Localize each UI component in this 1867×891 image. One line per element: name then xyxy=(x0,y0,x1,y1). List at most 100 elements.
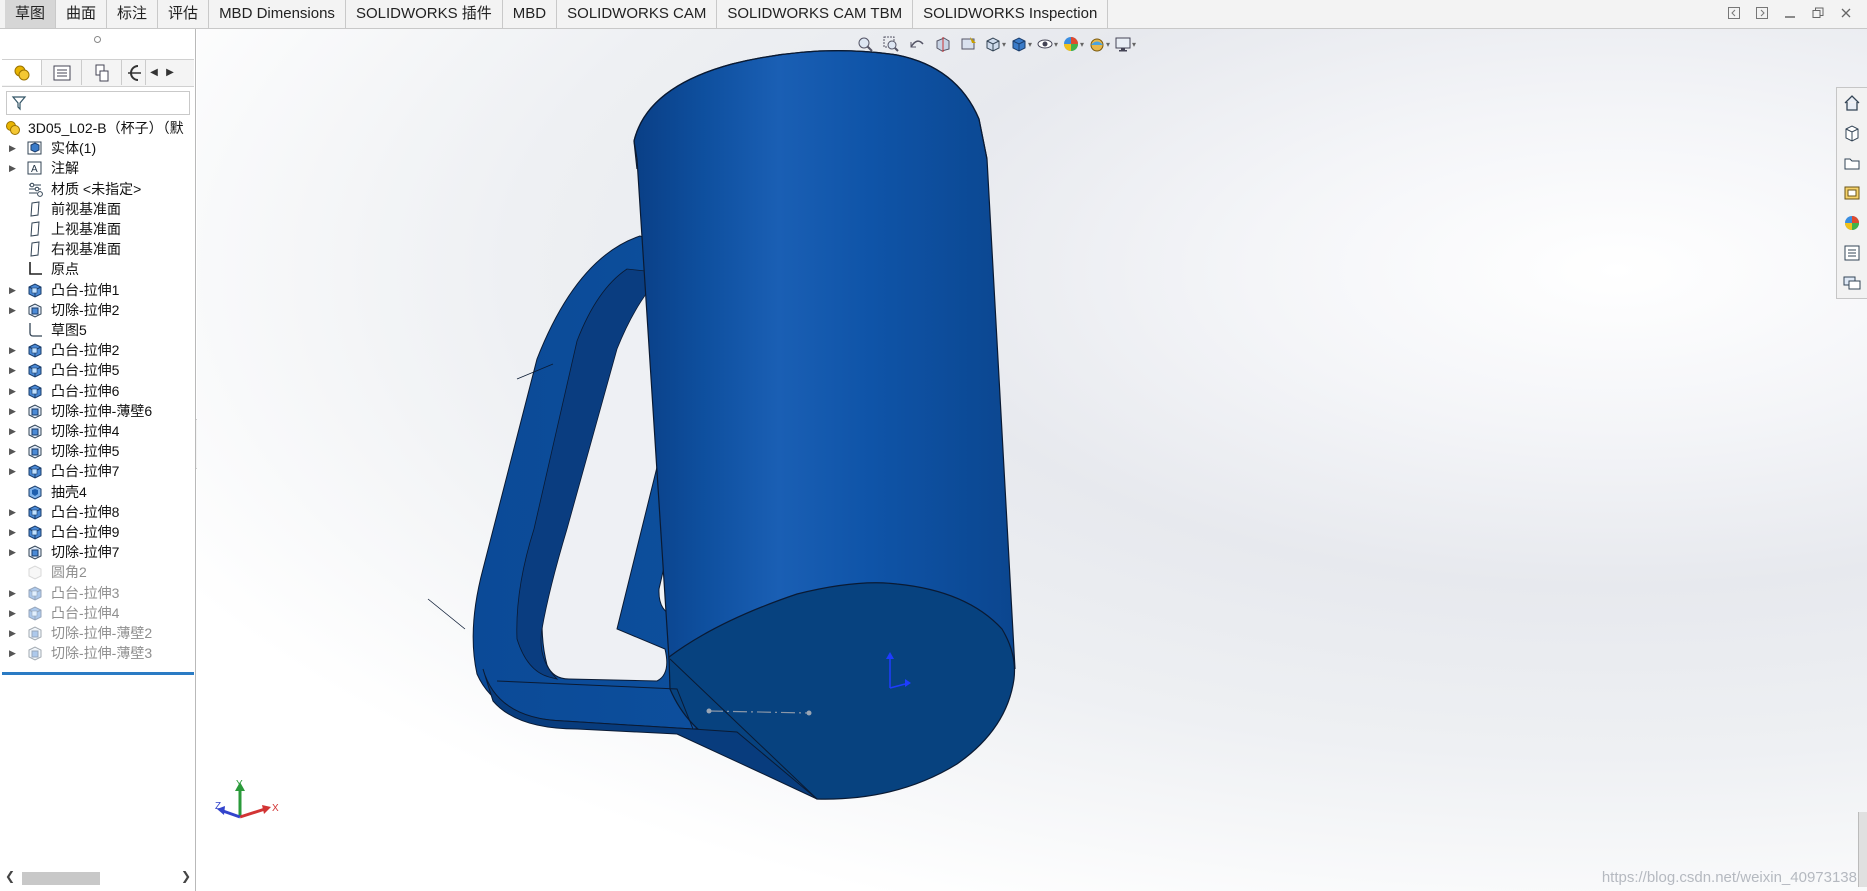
tab-4[interactable]: MBD Dimensions xyxy=(209,0,346,28)
tree-item[interactable]: ▶ 凸台-拉伸9 xyxy=(0,521,196,543)
tile-left-icon[interactable] xyxy=(1725,4,1743,22)
expand-arrow-icon[interactable]: ▶ xyxy=(9,440,19,462)
tab-5[interactable]: SOLIDWORKS 插件 xyxy=(346,0,503,28)
filter-input[interactable] xyxy=(29,94,187,114)
expand-arrow-icon[interactable]: ▶ xyxy=(9,359,19,381)
expand-arrow-icon[interactable]: ▶ xyxy=(9,157,19,179)
expand-arrow-icon[interactable]: ▶ xyxy=(9,339,19,361)
expand-arrow-icon[interactable]: ▶ xyxy=(9,602,19,624)
forum-icon[interactable] xyxy=(1837,268,1866,298)
dimxpert-manager-tab[interactable] xyxy=(122,60,146,85)
tab-scroll-left-icon[interactable]: ◀ xyxy=(146,60,162,85)
custom-properties-icon[interactable] xyxy=(1837,238,1866,268)
expand-arrow-icon[interactable]: ▶ xyxy=(9,299,19,321)
mug-body[interactable] xyxy=(633,50,1016,670)
horizontal-scrollbar[interactable]: ❮ ❯ xyxy=(2,869,194,887)
tree-item[interactable]: 前视基准面 xyxy=(0,198,196,220)
file-explorer-icon[interactable] xyxy=(1837,148,1866,178)
tree-item[interactable]: ▶ 切除-拉伸-薄壁3 xyxy=(0,642,196,664)
appearances-scenes-icon[interactable] xyxy=(1837,208,1866,238)
command-manager-tabbar: 草图 曲面 标注 评估 MBD Dimensions SOLIDWORKS 插件 MBD SO… xyxy=(0,0,1867,29)
tree-item[interactable]: ▶ 切除-拉伸5 xyxy=(0,440,196,462)
expand-arrow-icon[interactable]: ▶ xyxy=(9,279,19,301)
cut-extrude-icon xyxy=(27,302,43,318)
shell-icon xyxy=(27,484,43,500)
expand-arrow-icon[interactable]: ▶ xyxy=(9,521,19,543)
boss-extrude-icon xyxy=(27,383,43,399)
rollback-bar[interactable] xyxy=(2,672,194,675)
cut-extrude-icon xyxy=(27,645,43,661)
cut-extrude-icon xyxy=(27,423,43,439)
window-controls xyxy=(1725,4,1855,22)
watermark: https://blog.csdn.net/weixin_40973138 xyxy=(1601,869,1857,886)
tree-item[interactable]: ▶ 凸台-拉伸5 xyxy=(0,359,196,381)
tree-item-label: 草图5 xyxy=(51,322,87,338)
tree-item[interactable]: ▶ 切除-拉伸7 xyxy=(0,541,196,563)
tree-item[interactable]: ▶ 凸台-拉伸1 xyxy=(0,279,196,301)
tree-item[interactable]: 原点 xyxy=(0,258,196,280)
origin-icon xyxy=(27,261,43,277)
feature-manager-panel: ◀ ▶ 3D05_L02-B（杯子）（默 ▶ 实体(1) ▶ A 注解 材质 <未指定> 前视… xyxy=(0,29,196,891)
expand-arrow-icon[interactable]: ▶ xyxy=(9,501,19,523)
feature-filter[interactable] xyxy=(6,91,190,115)
cup-model[interactable] xyxy=(197,29,1867,891)
tab-9[interactable]: SOLIDWORKS Inspection xyxy=(913,0,1109,28)
solidworks-resources-home-icon[interactable] xyxy=(1837,88,1866,118)
panel-grip-icon[interactable] xyxy=(94,36,101,43)
tab-1[interactable]: 曲面 xyxy=(56,0,108,28)
tab-8[interactable]: SOLIDWORKS CAM TBM xyxy=(717,0,914,28)
tab-3[interactable]: 评估 xyxy=(158,0,210,28)
tree-root-part[interactable]: 3D05_L02-B（杯子）（默 xyxy=(0,117,196,139)
graphics-area[interactable]: Y X Z https://blog.csdn.net/weixin_40973… xyxy=(197,29,1867,891)
property-manager-tab[interactable] xyxy=(42,60,82,85)
tree-item[interactable]: ▶ 切除-拉伸2 xyxy=(0,299,196,321)
right-edge-handle[interactable] xyxy=(1858,812,1867,887)
reference-triad[interactable]: Y X Z xyxy=(215,779,285,834)
view-palette-icon[interactable] xyxy=(1837,178,1866,208)
expand-arrow-icon[interactable]: ▶ xyxy=(9,582,19,604)
tile-right-icon[interactable] xyxy=(1753,4,1771,22)
tree-item[interactable]: ▶ 凸台-拉伸8 xyxy=(0,501,196,523)
tree-item[interactable]: ▶ 切除-拉伸4 xyxy=(0,420,196,442)
design-library-icon[interactable] xyxy=(1837,118,1866,148)
expand-arrow-icon[interactable]: ▶ xyxy=(9,380,19,402)
tree-item[interactable]: ▶ 凸台-拉伸6 xyxy=(0,380,196,402)
tree-item[interactable]: 材质 <未指定> xyxy=(0,178,196,200)
expand-arrow-icon[interactable]: ▶ xyxy=(9,541,19,563)
tree-item[interactable]: 草图5 xyxy=(0,319,196,341)
tree-item[interactable]: ▶ 凸台-拉伸4 xyxy=(0,602,196,624)
expand-arrow-icon[interactable]: ▶ xyxy=(9,642,19,664)
minimize-icon[interactable] xyxy=(1781,4,1799,22)
expand-arrow-icon[interactable]: ▶ xyxy=(9,400,19,422)
expand-arrow-icon[interactable]: ▶ xyxy=(9,420,19,442)
tab-0[interactable]: 草图 xyxy=(5,0,57,28)
tab-6[interactable]: MBD xyxy=(503,0,558,28)
feature-manager-tab[interactable] xyxy=(2,60,42,85)
tab-7[interactable]: SOLIDWORKS CAM xyxy=(557,0,718,28)
scroll-left-icon[interactable]: ❮ xyxy=(5,869,15,883)
configuration-manager-tab[interactable] xyxy=(82,60,122,85)
tree-item[interactable]: 右视基准面 xyxy=(0,238,196,260)
tree-item[interactable]: ▶ A 注解 xyxy=(0,157,196,179)
scroll-right-icon[interactable]: ❯ xyxy=(181,869,191,883)
tab-2[interactable]: 标注 xyxy=(107,0,159,28)
tree-item[interactable]: ▶ 切除-拉伸-薄壁6 xyxy=(0,400,196,422)
scroll-thumb[interactable] xyxy=(22,872,100,885)
restore-icon[interactable] xyxy=(1809,4,1827,22)
tree-item[interactable]: 圆角2 xyxy=(0,561,196,583)
close-icon[interactable] xyxy=(1837,4,1855,22)
tree-item[interactable]: ▶ 凸台-拉伸3 xyxy=(0,582,196,604)
tree-item[interactable]: ▶ 凸台-拉伸2 xyxy=(0,339,196,361)
expand-arrow-icon[interactable]: ▶ xyxy=(9,137,19,159)
tree-item-label: 切除-拉伸2 xyxy=(51,301,120,318)
plane-icon xyxy=(27,221,43,237)
tree-item[interactable]: ▶ 凸台-拉伸7 xyxy=(0,460,196,482)
expand-arrow-icon[interactable]: ▶ xyxy=(9,460,19,482)
tab-scroll-right-icon[interactable]: ▶ xyxy=(162,60,178,85)
tree-item[interactable]: ▶ 切除-拉伸-薄壁2 xyxy=(0,622,196,644)
tree-item[interactable]: 抽壳4 xyxy=(0,481,196,503)
tree-item[interactable]: ▶ 实体(1) xyxy=(0,137,196,159)
tree-item[interactable]: 上视基准面 xyxy=(0,218,196,240)
tab-strip: 草图 曲面 标注 评估 MBD Dimensions SOLIDWORKS 插件 MBD SO… xyxy=(5,0,1109,29)
expand-arrow-icon[interactable]: ▶ xyxy=(9,622,19,644)
